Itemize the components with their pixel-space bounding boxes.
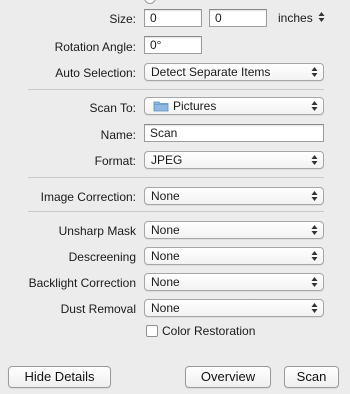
format-popup[interactable]: JPEG bbox=[144, 151, 324, 169]
color-restoration-label: Color Restoration bbox=[162, 324, 256, 338]
descreening-popup[interactable]: None bbox=[144, 247, 324, 265]
size-unit-label: inches bbox=[278, 11, 313, 25]
up-down-arrows-icon bbox=[311, 225, 318, 235]
size-label: Size: bbox=[109, 12, 136, 26]
backlight-correction-label: Backlight Correction bbox=[28, 276, 136, 290]
auto-selection-popup[interactable]: Detect Separate Items bbox=[144, 63, 324, 81]
color-restoration-checkbox[interactable] bbox=[146, 325, 158, 337]
descreening-value: None bbox=[151, 249, 180, 263]
unsharp-mask-popup[interactable]: None bbox=[144, 221, 324, 239]
size-height-field[interactable]: 0 bbox=[209, 9, 267, 27]
overview-button[interactable]: Overview bbox=[185, 366, 271, 388]
rotation-angle-label: Rotation Angle: bbox=[54, 40, 136, 54]
image-correction-popup[interactable]: None bbox=[144, 187, 324, 205]
unsharp-mask-value: None bbox=[151, 223, 180, 237]
name-label: Name: bbox=[100, 128, 136, 142]
auto-selection-label: Auto Selection: bbox=[55, 66, 136, 80]
size-width-field[interactable]: 0 bbox=[144, 9, 202, 27]
scan-to-popup[interactable]: Pictures bbox=[144, 97, 324, 115]
up-down-arrows-icon bbox=[311, 67, 318, 77]
scan-to-value: Pictures bbox=[173, 99, 217, 113]
up-down-arrows-icon bbox=[311, 155, 318, 165]
up-down-arrows-icon bbox=[311, 101, 318, 111]
descreening-label: Descreening bbox=[68, 250, 136, 264]
separator bbox=[28, 211, 324, 212]
format-label: Format: bbox=[94, 154, 136, 168]
rotation-angle-field[interactable]: 0° bbox=[144, 36, 202, 54]
backlight-correction-popup[interactable]: None bbox=[144, 273, 324, 291]
up-down-arrows-icon bbox=[311, 191, 318, 201]
backlight-correction-value: None bbox=[151, 275, 180, 289]
dust-removal-value: None bbox=[151, 301, 180, 315]
folder-icon bbox=[153, 101, 169, 112]
name-field[interactable]: Scan bbox=[144, 124, 324, 142]
dust-removal-label: Dust Removal bbox=[60, 302, 136, 316]
separator bbox=[28, 89, 324, 90]
up-down-arrows-icon bbox=[311, 303, 318, 313]
top-partial-control[interactable] bbox=[144, 0, 156, 4]
scan-to-label: Scan To: bbox=[89, 101, 136, 115]
dust-removal-popup[interactable]: None bbox=[144, 299, 324, 317]
up-down-arrows-icon bbox=[311, 277, 318, 287]
up-down-arrows-icon bbox=[318, 12, 325, 22]
format-value: JPEG bbox=[151, 153, 183, 167]
up-down-arrows-icon bbox=[311, 251, 318, 261]
scan-button[interactable]: Scan bbox=[284, 366, 339, 388]
separator bbox=[28, 177, 324, 178]
image-correction-label: Image Correction: bbox=[40, 190, 136, 204]
unsharp-mask-label: Unsharp Mask bbox=[58, 224, 136, 238]
size-unit-popup[interactable]: inches bbox=[278, 11, 325, 25]
image-correction-value: None bbox=[151, 189, 180, 203]
hide-details-button[interactable]: Hide Details bbox=[8, 366, 111, 388]
auto-selection-value: Detect Separate Items bbox=[151, 65, 271, 79]
